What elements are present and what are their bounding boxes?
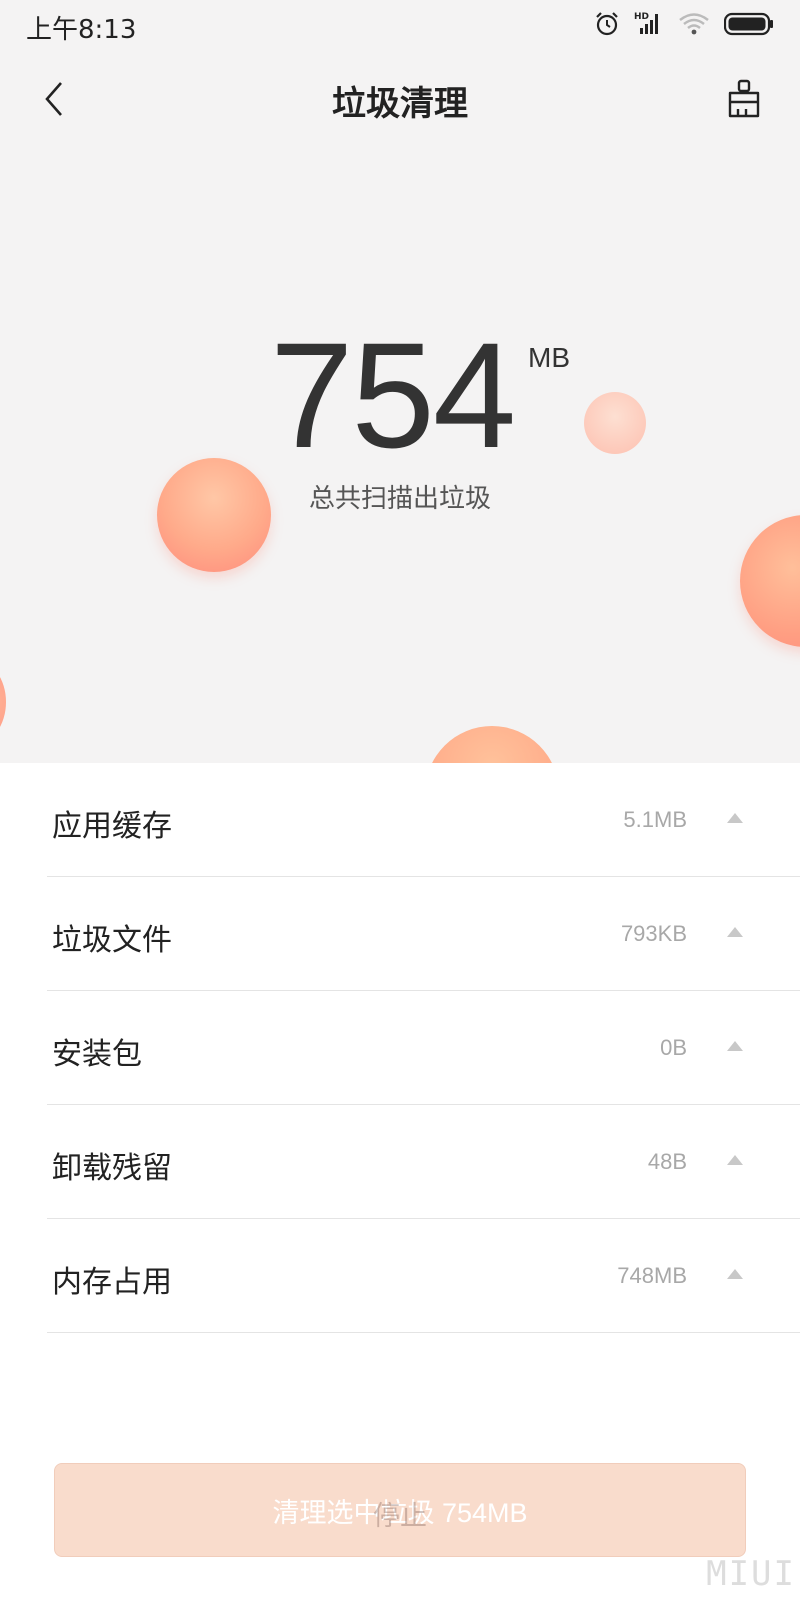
category-label: 卸载残留 [52, 1151, 172, 1186]
hd-signal-icon: HD [634, 12, 658, 34]
miui-watermark: MIUI [706, 1554, 796, 1594]
category-size: 5.1MB [623, 807, 687, 832]
category-size: 793KB [620, 921, 687, 946]
stop-overlay-label: 停止 [373, 1501, 427, 1532]
nav-bar: 垃圾清理 [0, 60, 800, 140]
category-row-app-cache[interactable]: 应用缓存 5.1MB [47, 763, 800, 877]
wifi-icon [679, 13, 709, 35]
category-label: 内存占用 [52, 1265, 172, 1300]
screen: 上午8:13 HD 垃圾清理 754 MB 总共扫描出垃圾 应用缓存 5.1MB… [0, 0, 800, 1600]
category-label: 垃圾文件 [52, 923, 172, 958]
expand-arrow-icon[interactable] [727, 925, 743, 937]
scan-summary: 754 MB 总共扫描出垃圾 [0, 320, 800, 520]
junk-size-unit: MB [528, 342, 570, 373]
category-label: 应用缓存 [52, 809, 172, 844]
category-size: 0B [660, 1035, 687, 1060]
category-size: 748MB [617, 1263, 687, 1288]
hd-badge: HD [634, 12, 649, 22]
scan-hero: 上午8:13 HD 垃圾清理 754 MB 总共扫描出垃圾 [0, 0, 800, 763]
battery-icon [724, 12, 773, 36]
category-label: 安装包 [52, 1037, 142, 1072]
clean-selected-button[interactable]: 清理选中垃圾 754MB 停止 [54, 1463, 746, 1557]
status-bar: 上午8:13 HD [0, 0, 800, 52]
category-size: 48B [647, 1149, 687, 1174]
junk-category-list: 应用缓存 5.1MB 垃圾文件 793KB 安装包 0B 卸载残留 48B 内存… [0, 763, 800, 1333]
expand-arrow-icon[interactable] [727, 1267, 743, 1279]
category-row-uninstall-residue[interactable]: 卸载残留 48B [47, 1105, 800, 1219]
alarm-icon [596, 12, 618, 36]
decorative-bubble [0, 660, 6, 744]
category-row-memory-usage[interactable]: 内存占用 748MB [47, 1219, 800, 1333]
category-row-install-packages[interactable]: 安装包 0B [47, 991, 800, 1105]
decorative-bubble [425, 726, 559, 763]
expand-arrow-icon[interactable] [727, 1153, 743, 1165]
category-row-junk-files[interactable]: 垃圾文件 793KB [47, 877, 800, 991]
broom-clean-icon [728, 79, 760, 118]
clean-action-button[interactable] [720, 74, 768, 124]
junk-size-value: 754 [270, 311, 516, 479]
decorative-bubble [740, 515, 800, 647]
expand-arrow-icon[interactable] [727, 811, 743, 823]
page-title: 垃圾清理 [332, 84, 468, 124]
junk-size-caption: 总共扫描出垃圾 [308, 484, 491, 514]
status-time: 上午8:13 [26, 15, 137, 45]
expand-arrow-icon[interactable] [727, 1039, 743, 1051]
status-icons: HD [594, 10, 774, 38]
